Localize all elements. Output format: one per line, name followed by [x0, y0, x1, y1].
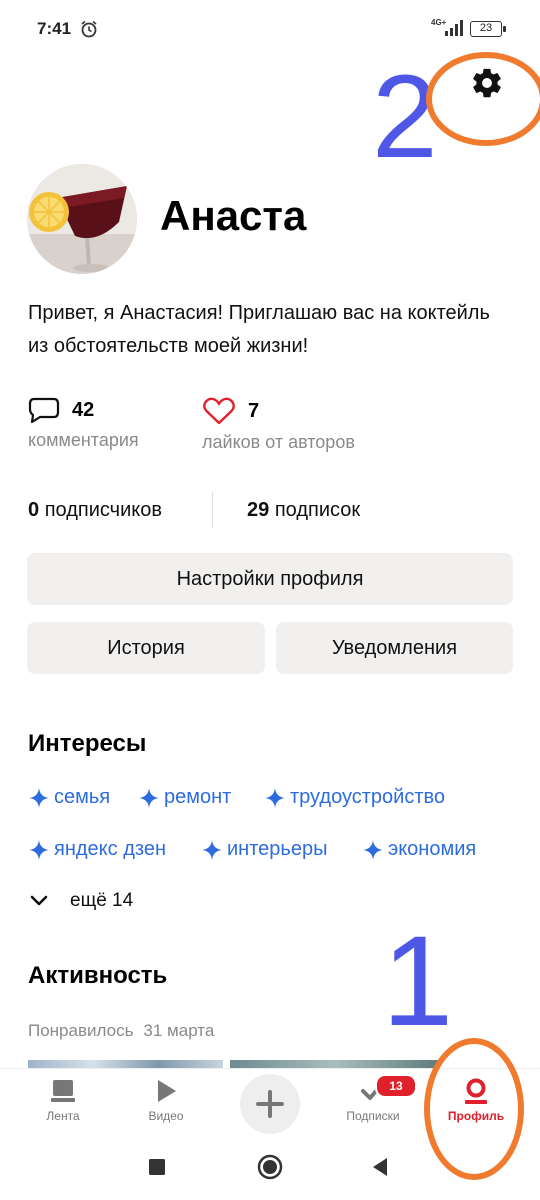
comment-icon	[28, 397, 60, 424]
annotation-number-1: 1	[382, 910, 454, 1053]
profile-settings-button[interactable]: Настройки профиля	[27, 553, 513, 605]
interests-title: Интересы	[28, 730, 147, 757]
interest-tag[interactable]: интерьеры	[201, 838, 327, 861]
avatar[interactable]	[27, 164, 137, 274]
activity-title: Активность	[28, 962, 168, 989]
profile-name: Анаста	[160, 192, 307, 239]
subscribers-count: 0	[28, 499, 40, 521]
play-icon	[158, 1080, 176, 1102]
sparkle-icon	[29, 787, 49, 808]
annotation-oval-profile	[424, 1038, 524, 1180]
subscribers-link[interactable]: 0 подписчиков	[28, 499, 162, 522]
sparkle-icon	[363, 839, 383, 860]
subscriptions-label: подписок	[274, 499, 361, 521]
annotation-oval-settings	[426, 52, 540, 146]
likes-label: лайков от авторов	[202, 432, 355, 452]
likes-stat[interactable]: 7 лайков от авторов	[202, 396, 355, 453]
interest-tag-label: ремонт	[164, 786, 232, 808]
interest-tag-label: интерьеры	[227, 838, 328, 860]
tab-feed[interactable]: Лента	[18, 1077, 108, 1123]
subscribers-label: подписчиков	[44, 499, 162, 521]
sparkle-icon	[29, 839, 49, 860]
likes-count: 7	[248, 399, 260, 422]
status-time: 7:41	[37, 19, 72, 38]
interest-tag[interactable]: яндекс дзен	[28, 838, 166, 861]
interest-tag-label: экономия	[388, 838, 477, 860]
tab-label: Видео	[148, 1109, 184, 1123]
cocktail-avatar-image	[27, 164, 137, 274]
profile-bio: Привет, я Анастасия! Приглашаю вас на ко…	[28, 302, 490, 357]
status-bar: 7:41 4G+ 23	[0, 0, 540, 60]
sparkle-icon	[265, 787, 285, 808]
interest-tag-label: семья	[54, 786, 111, 808]
interest-tag[interactable]: семья	[28, 786, 110, 809]
tab-label: Подписки	[346, 1109, 400, 1123]
sparkle-icon	[202, 839, 222, 860]
comments-count: 42	[72, 398, 95, 421]
feed-icon	[51, 1080, 75, 1102]
tab-video[interactable]: Видео	[121, 1077, 211, 1123]
divider	[212, 492, 213, 528]
liked-date: 31 марта	[143, 1021, 215, 1040]
liked-label: Понравилось	[28, 1021, 134, 1040]
heart-icon	[203, 397, 235, 425]
history-button[interactable]: История	[27, 622, 265, 674]
show-more-label: ещё 14	[70, 890, 134, 911]
sparkle-icon	[139, 787, 159, 808]
subscriptions-count: 29	[247, 499, 270, 521]
interest-tag-label: яндекс дзен	[54, 838, 166, 860]
plus-icon	[256, 1090, 284, 1118]
show-more-interests-button[interactable]: ещё 14	[28, 890, 133, 912]
home-circle-icon[interactable]	[257, 1154, 283, 1180]
tab-label: Лента	[46, 1109, 80, 1123]
back-triangle-icon[interactable]	[371, 1157, 389, 1177]
battery-indicator: 23	[470, 21, 506, 37]
interest-tag[interactable]: экономия	[362, 838, 476, 861]
activity-liked-row: Понравилось 31 марта	[28, 1021, 214, 1041]
subscriptions-badge: 13	[375, 1074, 417, 1098]
subscriptions-link[interactable]: 29 подписок	[247, 499, 360, 522]
interest-tag-label: трудоустройство	[290, 786, 445, 808]
annotation-number-2: 2	[372, 51, 438, 183]
notifications-button[interactable]: Уведомления	[276, 622, 513, 674]
recents-square-icon[interactable]	[148, 1158, 166, 1176]
comments-stat[interactable]: 42 комментария	[28, 396, 139, 451]
create-post-button[interactable]	[240, 1074, 300, 1134]
chevron-down-icon	[30, 895, 48, 906]
signal-icon	[445, 20, 463, 36]
alarm-icon	[81, 20, 97, 38]
comments-label: комментария	[28, 430, 139, 450]
interest-tag[interactable]: ремонт	[138, 786, 231, 809]
interest-tag[interactable]: трудоустройство	[264, 786, 445, 809]
